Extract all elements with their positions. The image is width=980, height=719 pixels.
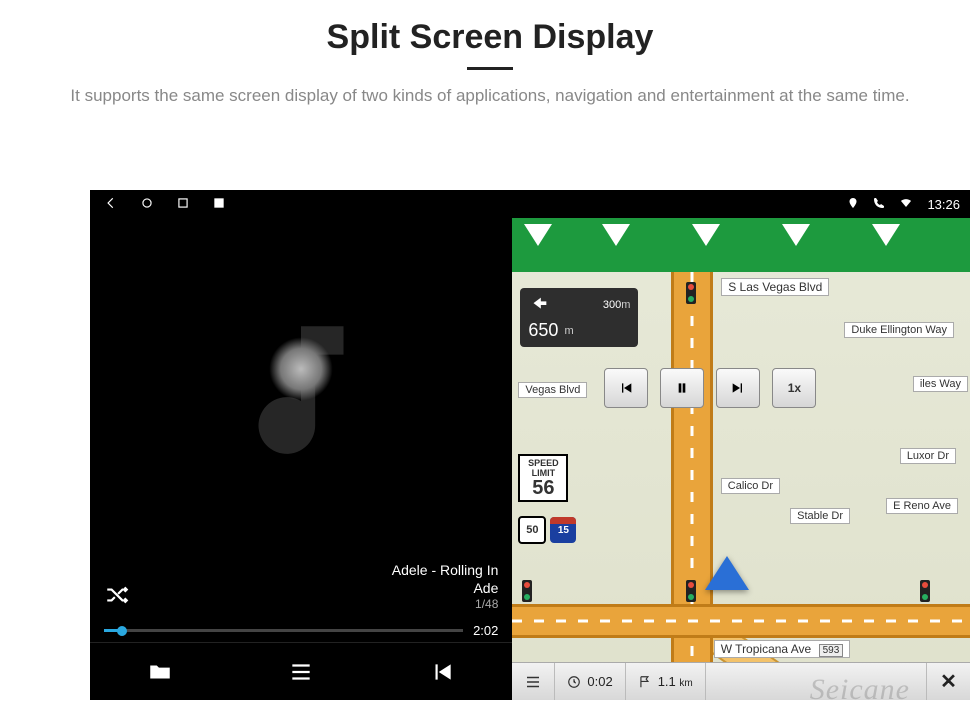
trip-time: 0:02: [555, 663, 625, 700]
traffic-light-icon: [920, 580, 930, 602]
sim-prev-button[interactable]: [604, 368, 648, 408]
clock-time: 13:26: [927, 197, 960, 212]
nav-close-button[interactable]: ✕: [926, 663, 970, 700]
track-title: Adele - Rolling In: [392, 561, 499, 579]
home-icon[interactable]: [140, 196, 154, 213]
street-label: iles Way: [913, 376, 968, 392]
lane-guidance-bar: [512, 218, 970, 272]
speed-limit-sign: SPEED LIMIT 56: [518, 454, 568, 502]
traffic-light-icon: [686, 580, 696, 602]
playlist-button[interactable]: [231, 643, 372, 700]
elapsed-time: 2:02: [473, 623, 498, 638]
turn-left-icon: [528, 294, 550, 316]
page-title: Split Screen Display: [40, 18, 940, 57]
status-bar: 13:26: [90, 190, 970, 218]
lane-arrow-icon: [872, 224, 900, 246]
gallery-icon[interactable]: [212, 196, 226, 213]
folder-button[interactable]: [90, 643, 231, 700]
nav-menu-button[interactable]: [512, 663, 555, 700]
lane-arrow-icon: [692, 224, 720, 246]
interstate-shield: 15: [550, 517, 576, 543]
location-icon: [847, 197, 859, 212]
touch-hotspot-icon[interactable]: [269, 337, 333, 401]
current-position-icon: [705, 556, 749, 590]
wifi-icon: [899, 197, 913, 212]
street-label: S Las Vegas Blvd: [721, 278, 829, 296]
lane-arrow-icon: [602, 224, 630, 246]
street-label: Duke Ellington Way: [844, 322, 954, 338]
track-artist: Ade: [392, 579, 499, 597]
track-counter: 1/48: [392, 597, 499, 613]
flag-icon: [638, 675, 652, 689]
turn-instruction-panel: 300m 650 m: [520, 288, 638, 347]
album-art-area: [90, 218, 512, 561]
phone-icon: [873, 197, 885, 212]
page-subtitle: It supports the same screen display of t…: [50, 84, 930, 109]
sim-playback-controls: 1x: [604, 368, 816, 408]
brand-watermark: Seicane: [810, 673, 910, 707]
shuffle-icon[interactable]: [104, 582, 130, 613]
progress-slider[interactable]: [104, 629, 463, 632]
music-pane: Adele - Rolling In Ade 1/48 2:02: [90, 218, 512, 700]
road-horizontal: [512, 604, 970, 638]
lane-arrow-icon: [524, 224, 552, 246]
previous-button[interactable]: [372, 643, 513, 700]
sim-speed-button[interactable]: 1x: [772, 368, 816, 408]
trip-distance: 1.1 km: [626, 663, 706, 700]
street-label: Calico Dr: [721, 478, 780, 494]
turn-distance: 650: [528, 320, 558, 341]
turn-distance-unit: m: [564, 325, 573, 337]
recents-icon[interactable]: [176, 196, 190, 213]
street-label: Stable Dr: [790, 508, 850, 524]
traffic-light-icon: [686, 282, 696, 304]
lane-arrow-icon: [782, 224, 810, 246]
street-label: E Reno Ave: [886, 498, 958, 514]
street-label: Vegas Blvd: [518, 382, 587, 398]
back-icon[interactable]: [104, 196, 118, 213]
navigation-pane: S Las Vegas Blvd Vegas Blvd Duke Ellingt…: [512, 218, 970, 700]
traffic-light-icon: [522, 580, 532, 602]
sim-pause-button[interactable]: [660, 368, 704, 408]
exit-badge: 593: [819, 644, 844, 657]
clock-icon: [567, 675, 581, 689]
sim-next-button[interactable]: [716, 368, 760, 408]
street-label: Luxor Dr: [900, 448, 956, 464]
title-underline: [467, 67, 513, 70]
us-route-shield: 50: [518, 516, 546, 544]
street-label: W Tropicana Ave 593: [714, 640, 851, 658]
device-screen: 13:26 Adele - Rolling In Ade 1/48: [90, 190, 970, 700]
route-shields: 50 15: [518, 516, 576, 544]
